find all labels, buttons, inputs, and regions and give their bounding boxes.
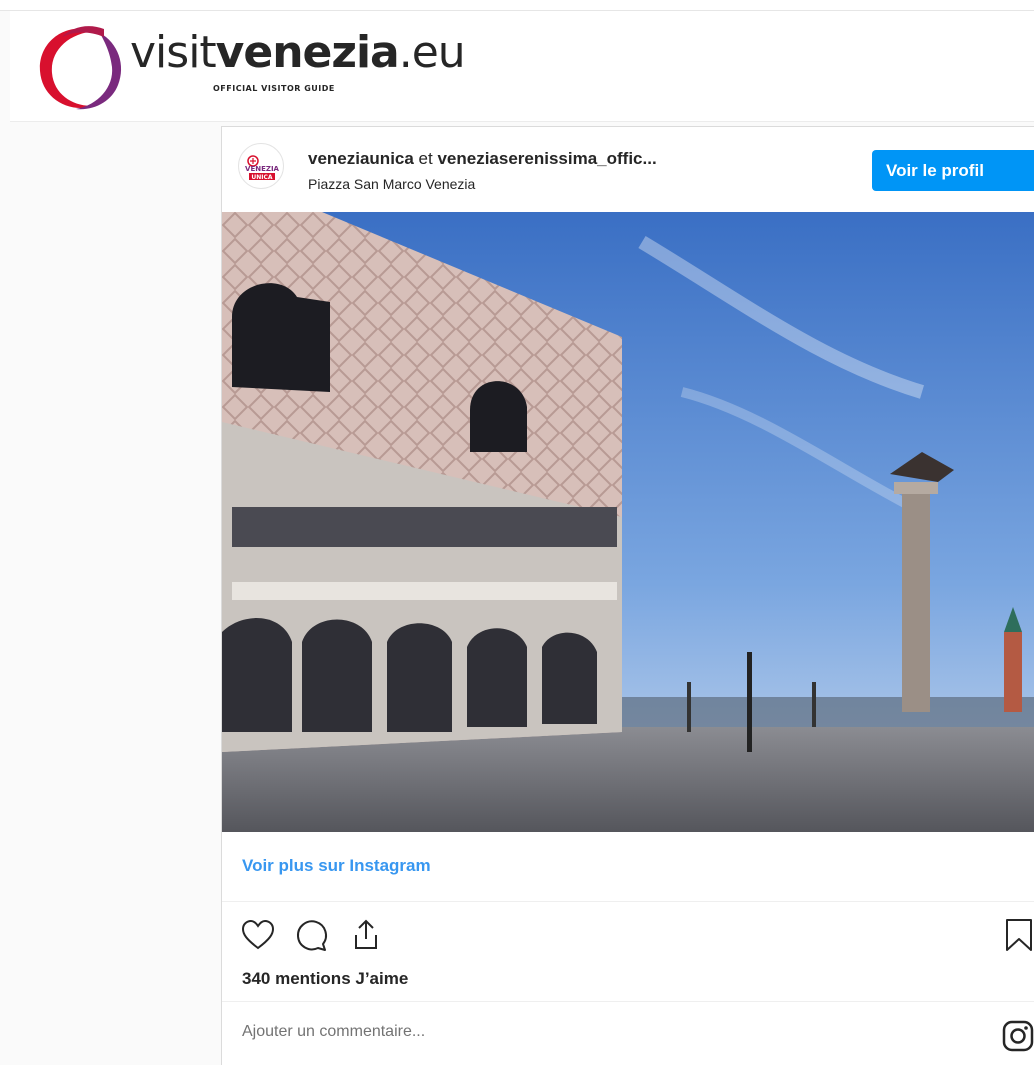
brand-tagline: OFFICIAL VISITOR GUIDE [213, 84, 335, 93]
site-header: visitvenezia.eu OFFICIAL VISITOR GUIDE [10, 11, 1034, 122]
owner-link-2[interactable]: veneziaserenissima_offic... [437, 149, 656, 168]
brand-light: visit [130, 27, 217, 78]
divider [222, 901, 1034, 902]
top-strip [0, 0, 1034, 11]
logo-swirl-icon[interactable] [34, 21, 126, 113]
brand-suffix: .eu [398, 27, 466, 78]
post-actions [222, 917, 1034, 957]
view-more-link[interactable]: Voir plus sur Instagram [242, 856, 431, 876]
owner-joiner: et [413, 149, 438, 168]
share-icon[interactable] [348, 917, 384, 953]
likes-count[interactable]: 340 mentions J’aime [242, 969, 408, 989]
post-photo[interactable] [222, 212, 1034, 832]
instagram-icon[interactable] [1001, 1019, 1034, 1053]
avatar[interactable]: VENEZIA UNICA [238, 143, 284, 189]
left-gutter [10, 122, 220, 1064]
divider [222, 1001, 1034, 1002]
instagram-embed: VENEZIA UNICA veneziaunica et veneziaser… [221, 126, 1034, 1065]
post-location[interactable]: Piazza San Marco Venezia [308, 176, 475, 192]
bookmark-icon[interactable] [1001, 917, 1034, 953]
brand-wordmark[interactable]: visitvenezia.eu [130, 31, 466, 75]
view-profile-button[interactable]: Voir le profil [872, 150, 1034, 191]
avatar-text-1: VENEZIA [245, 165, 280, 173]
heart-icon[interactable] [240, 917, 276, 953]
brand-bold: venezia [215, 27, 400, 78]
comment-input[interactable]: Ajouter un commentaire... [242, 1023, 425, 1041]
comment-icon[interactable] [294, 917, 330, 953]
avatar-text-2: UNICA [251, 174, 273, 181]
post-header: VENEZIA UNICA veneziaunica et veneziaser… [222, 127, 1034, 212]
owner-link-1[interactable]: veneziaunica [308, 149, 414, 168]
post-owners: veneziaunica et veneziaserenissima_offic… [308, 149, 657, 169]
